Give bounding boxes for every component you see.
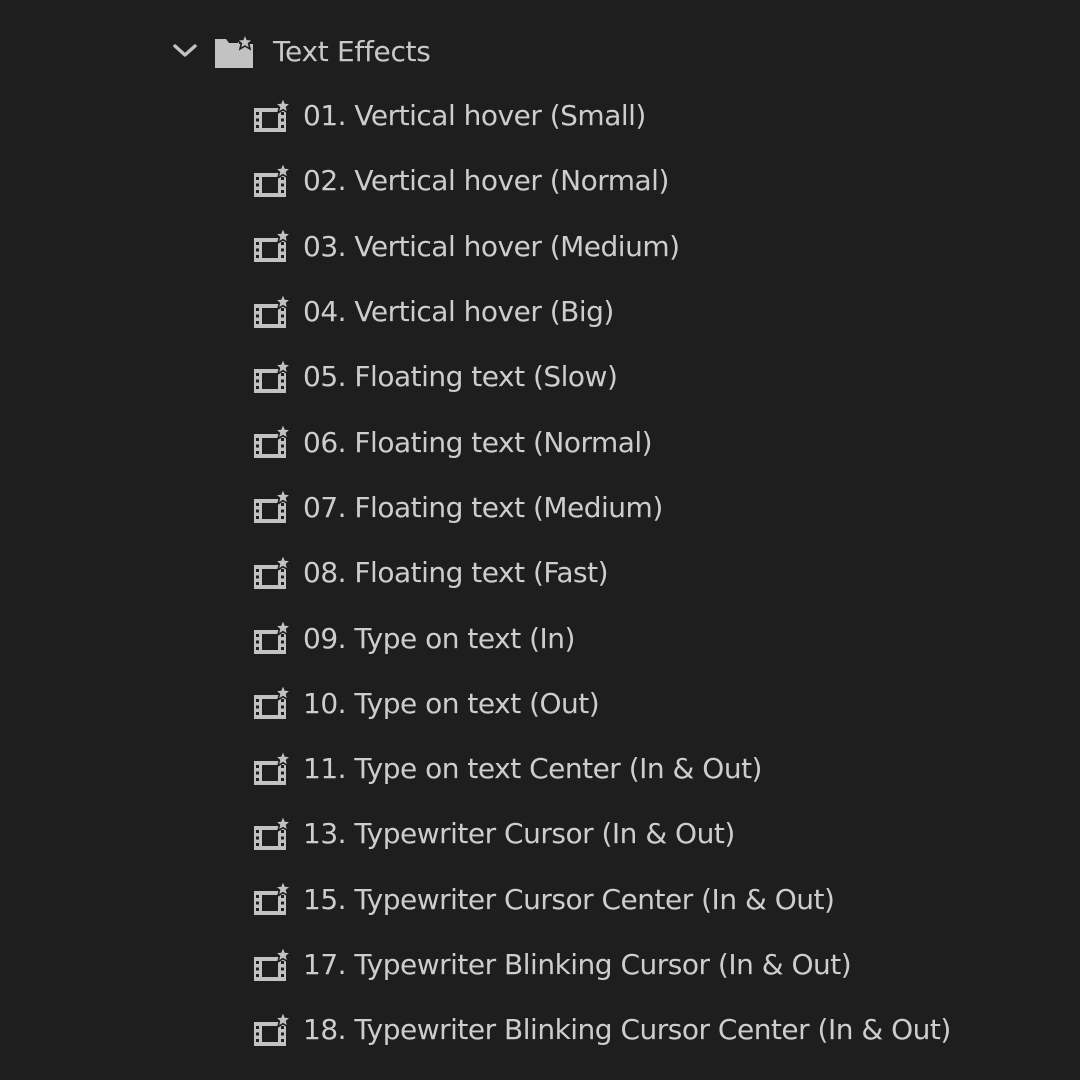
preset-item[interactable]: 04. Vertical hover (Big) (252, 279, 951, 344)
effect-preset-icon (252, 945, 292, 984)
preset-item[interactable]: 05. Floating text (Slow) (252, 344, 951, 409)
folder-row-text-effects[interactable]: Text Effects (170, 28, 431, 74)
effect-preset-icon (252, 292, 292, 331)
preset-label: 11. Type on text Center (In & Out) (303, 752, 762, 786)
preset-item[interactable]: 01. Vertical hover (Small) (252, 83, 951, 148)
preset-item[interactable]: 07. Floating text (Medium) (252, 475, 951, 540)
preset-list: 01. Vertical hover (Small) 02. Vertical … (252, 83, 951, 1062)
effect-preset-icon (252, 227, 292, 265)
effects-panel: Text Effects 01. Vertical hover (Small) (0, 0, 1080, 1080)
preset-label: 05. Floating text (Slow) (303, 360, 618, 394)
preset-label: 03. Vertical hover (Medium) (303, 229, 680, 263)
effect-preset-icon (252, 749, 292, 788)
preset-item[interactable]: 17. Typewriter Blinking Cursor (In & Out… (252, 932, 951, 997)
preset-item[interactable]: 13. Typewriter Cursor (In & Out) (252, 801, 951, 866)
preset-label: 07. Floating text (Medium) (303, 490, 663, 524)
effect-preset-icon (252, 814, 292, 853)
effect-preset-icon (252, 488, 292, 526)
preset-label: 13. Typewriter Cursor (In & Out) (303, 817, 735, 851)
preset-label: 09. Type on text (In) (303, 621, 575, 655)
effect-preset-icon (252, 684, 292, 722)
effect-preset-icon (252, 423, 292, 461)
folder-label: Text Effects (273, 34, 431, 68)
effect-preset-icon (252, 880, 292, 918)
preset-label: 02. Vertical hover (Normal) (303, 164, 669, 198)
effect-preset-icon (252, 161, 292, 200)
preset-label: 17. Typewriter Blinking Cursor (In & Out… (303, 948, 852, 981)
effect-preset-icon (252, 1010, 292, 1049)
preset-label: 08. Floating text (Fast) (303, 556, 609, 590)
effect-preset-icon (252, 357, 292, 396)
preset-item[interactable]: 15. Typewriter Cursor Center (In & Out) (252, 867, 951, 932)
preset-item[interactable]: 08. Floating text (Fast) (252, 540, 951, 605)
preset-label: 10. Type on text (Out) (303, 686, 600, 720)
effect-preset-icon (252, 553, 292, 592)
preset-item[interactable]: 18. Typewriter Blinking Cursor Center (I… (252, 997, 951, 1062)
preset-label: 06. Floating text (Normal) (303, 425, 653, 459)
preset-item[interactable]: 02. Vertical hover (Normal) (252, 148, 951, 213)
preset-item[interactable]: 11. Type on text Center (In & Out) (252, 736, 951, 801)
preset-label: 04. Vertical hover (Big) (303, 295, 614, 329)
preset-label: 15. Typewriter Cursor Center (In & Out) (303, 882, 835, 916)
folder-star-icon (214, 32, 256, 70)
preset-label: 01. Vertical hover (Small) (303, 99, 646, 133)
chevron-down-icon[interactable] (170, 36, 200, 66)
preset-item[interactable]: 10. Type on text (Out) (252, 671, 951, 736)
preset-item[interactable]: 06. Floating text (Normal) (252, 409, 951, 474)
preset-label: 18. Typewriter Blinking Cursor Center (I… (303, 1013, 951, 1047)
effect-preset-icon (252, 619, 292, 657)
effect-preset-icon (252, 96, 292, 135)
preset-item[interactable]: 03. Vertical hover (Medium) (252, 214, 951, 279)
preset-item[interactable]: 09. Type on text (In) (252, 605, 951, 670)
